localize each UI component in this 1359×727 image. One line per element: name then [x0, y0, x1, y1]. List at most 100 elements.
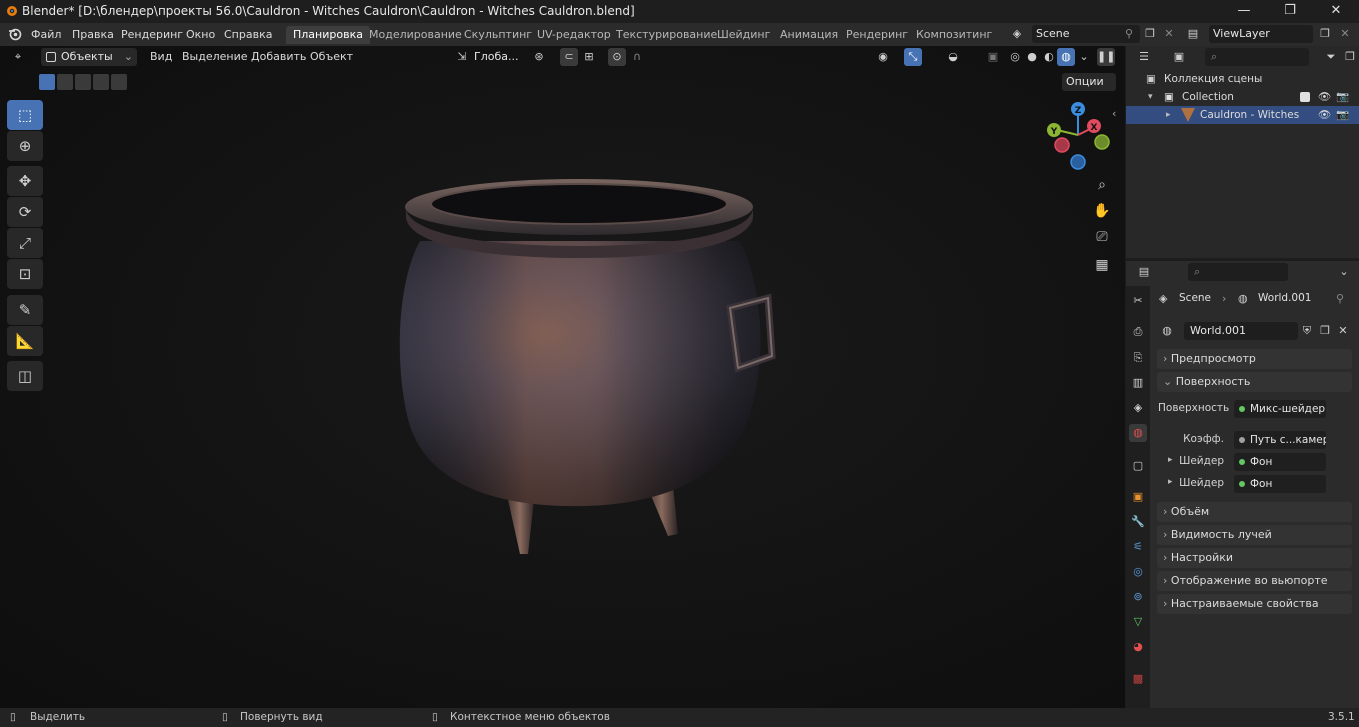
rotate-tool-icon[interactable]: ⟳	[7, 197, 43, 227]
tab-shading[interactable]: Шейдинг	[710, 26, 777, 44]
menu-edit[interactable]: Правка	[72, 28, 114, 41]
add-cube-tool-icon[interactable]: ◫	[7, 361, 43, 391]
outliner-editor-type-icon[interactable]: ☰	[1135, 48, 1153, 66]
texture-tab-icon[interactable]: ▩	[1129, 670, 1147, 688]
outliner-row-collection[interactable]: ▾ ▣ Collection 👁 📷	[1126, 88, 1359, 106]
tab-texture-paint[interactable]: Текстурирование	[609, 26, 724, 44]
select-extend-icon[interactable]	[57, 74, 73, 90]
scene-selector-icon[interactable]: ◈	[1008, 25, 1026, 43]
sidebar-toggle-chevron-icon[interactable]: ‹	[1112, 107, 1116, 120]
zoom-icon[interactable]: ⌕	[1091, 174, 1113, 196]
render-tab-icon[interactable]: ⎙	[1129, 323, 1147, 341]
material-tab-icon[interactable]: ◕	[1129, 638, 1147, 656]
viewport-menu-object[interactable]: Объект	[310, 50, 353, 63]
wireframe-shading-icon[interactable]: ◎	[1006, 48, 1024, 66]
delete-viewlayer-icon[interactable]: ✕	[1336, 25, 1354, 43]
perspective-grid-icon[interactable]: ▦	[1091, 254, 1113, 276]
shader2-field[interactable]: Фон	[1234, 475, 1326, 493]
editor-type-icon[interactable]: ⌖	[9, 48, 27, 66]
delete-scene-icon[interactable]: ✕	[1160, 25, 1178, 43]
viewlayer-icon[interactable]: ▤	[1184, 25, 1202, 43]
camera-render-icon[interactable]: 📷	[1336, 106, 1349, 124]
blender-menu-icon[interactable]	[8, 27, 22, 41]
pin-icon[interactable]: ⚲	[1120, 25, 1138, 43]
output-tab-icon[interactable]: ⎘	[1129, 349, 1147, 367]
filter-icon[interactable]: ⏷	[1322, 48, 1340, 66]
pivot-point-icon[interactable]: ⊛	[530, 48, 548, 66]
panel-preview[interactable]: › Предпросмотр	[1157, 349, 1352, 369]
tab-uv-editing[interactable]: UV-редактор	[530, 26, 618, 44]
properties-options-chevron-icon[interactable]: ⌄	[1335, 263, 1353, 281]
exclude-checkbox[interactable]	[1300, 92, 1310, 102]
viewlayer-name-field[interactable]: ViewLayer	[1209, 25, 1313, 43]
unlink-world-icon[interactable]: ✕	[1334, 322, 1352, 340]
outliner-search-input[interactable]: ⌕	[1205, 48, 1309, 66]
data-tab-icon[interactable]: ▽	[1129, 613, 1147, 631]
select-new-icon[interactable]	[39, 74, 55, 90]
tab-sculpting[interactable]: Скульптинг	[457, 26, 539, 44]
fac-input-field[interactable]: Путь с...камеры	[1234, 431, 1326, 449]
panel-custom-properties[interactable]: › Настраиваемые свойства	[1157, 594, 1352, 614]
transform-tool-icon[interactable]: ⊡	[7, 259, 43, 289]
select-subtract-icon[interactable]	[75, 74, 91, 90]
object-tab-icon[interactable]: ▣	[1129, 488, 1147, 506]
mode-selector[interactable]: Объекты ⌄	[41, 48, 137, 66]
measure-tool-icon[interactable]: 📐	[7, 326, 43, 356]
rendered-shading-icon[interactable]: ◍	[1057, 48, 1075, 66]
tab-animation[interactable]: Анимация	[773, 26, 845, 44]
tab-compositing[interactable]: Композитинг	[909, 26, 999, 44]
properties-editor-type-icon[interactable]: ▤	[1135, 263, 1153, 281]
menu-help[interactable]: Справка	[224, 28, 272, 41]
new-viewlayer-icon[interactable]: ❐	[1316, 25, 1334, 43]
orientation-selector[interactable]: Глоба...	[470, 48, 522, 66]
menu-window[interactable]: Окно	[186, 28, 215, 41]
solid-shading-icon[interactable]: ●	[1023, 48, 1041, 66]
eye-icon[interactable]: 👁	[1318, 88, 1331, 106]
snap-target-icon[interactable]: ⊞	[580, 48, 598, 66]
pan-hand-icon[interactable]: ✋	[1091, 200, 1113, 222]
minimize-button[interactable]: —	[1221, 0, 1267, 23]
view-layer-tab-icon[interactable]: ▥	[1129, 374, 1147, 392]
duplicate-world-icon[interactable]: ❐	[1316, 322, 1334, 340]
physics-tab-icon[interactable]: ◎	[1129, 563, 1147, 581]
tab-modeling[interactable]: Моделирование	[362, 26, 469, 44]
proportional-edit-icon[interactable]: ⊙	[608, 48, 626, 66]
properties-search-input[interactable]: ⌕	[1188, 263, 1288, 281]
expand-chevron-icon[interactable]: ▸	[1168, 477, 1173, 487]
menu-render[interactable]: Рендеринг	[121, 28, 183, 41]
select-invert-icon[interactable]	[93, 74, 109, 90]
world-name-field[interactable]: World.001	[1184, 322, 1298, 340]
pin-icon[interactable]: ⚲	[1336, 292, 1344, 305]
xray-toggle-icon[interactable]: ▣	[984, 48, 1002, 66]
overlay-toggle-icon[interactable]: ◒	[944, 48, 962, 66]
panel-volume[interactable]: › Объём	[1157, 502, 1352, 522]
cursor-tool-icon[interactable]: ⊕	[7, 131, 43, 161]
select-intersect-icon[interactable]	[111, 74, 127, 90]
world-browse-icon[interactable]: ◍	[1158, 322, 1176, 340]
camera-view-icon[interactable]: ⎚	[1091, 226, 1113, 248]
outliner-row-scene-collection[interactable]: ▣ Коллекция сцены	[1126, 70, 1359, 88]
expand-chevron-icon[interactable]: ▸	[1166, 106, 1171, 124]
display-mode-icon[interactable]: ▣	[1170, 48, 1188, 66]
surface-shader-field[interactable]: Микс-шейдер	[1234, 400, 1326, 418]
navigation-gizmo[interactable]: Z Y X	[1045, 100, 1115, 172]
panel-viewport-display[interactable]: › Отображение во вьюпорте	[1157, 571, 1352, 591]
constraints-tab-icon[interactable]: ⊚	[1129, 588, 1147, 606]
modifier-tab-icon[interactable]: 🔧	[1129, 513, 1147, 531]
menu-file[interactable]: Файл	[31, 28, 61, 41]
shader1-field[interactable]: Фон	[1234, 453, 1326, 471]
panel-surface[interactable]: ⌄ Поверхность	[1157, 372, 1352, 392]
new-collection-icon[interactable]: ❐	[1341, 48, 1359, 66]
viewport-menu-select[interactable]: Выделение	[182, 50, 248, 63]
material-preview-icon[interactable]: ◐	[1040, 48, 1058, 66]
panel-settings[interactable]: › Настройки	[1157, 548, 1352, 568]
particles-tab-icon[interactable]: ⚟	[1129, 538, 1147, 556]
move-tool-icon[interactable]: ✥	[7, 166, 43, 196]
viewport-menu-view[interactable]: Вид	[150, 50, 172, 63]
tool-tab-icon[interactable]: ✂	[1129, 292, 1147, 310]
expand-chevron-icon[interactable]: ▸	[1168, 455, 1173, 465]
visibility-icon[interactable]: ◉	[874, 48, 892, 66]
tab-layout[interactable]: Планировка	[286, 26, 370, 44]
outliner-row-cauldron[interactable]: ▸ Cauldron - Witches C 👁 📷	[1126, 106, 1359, 124]
tab-rendering[interactable]: Рендеринг	[839, 26, 915, 44]
